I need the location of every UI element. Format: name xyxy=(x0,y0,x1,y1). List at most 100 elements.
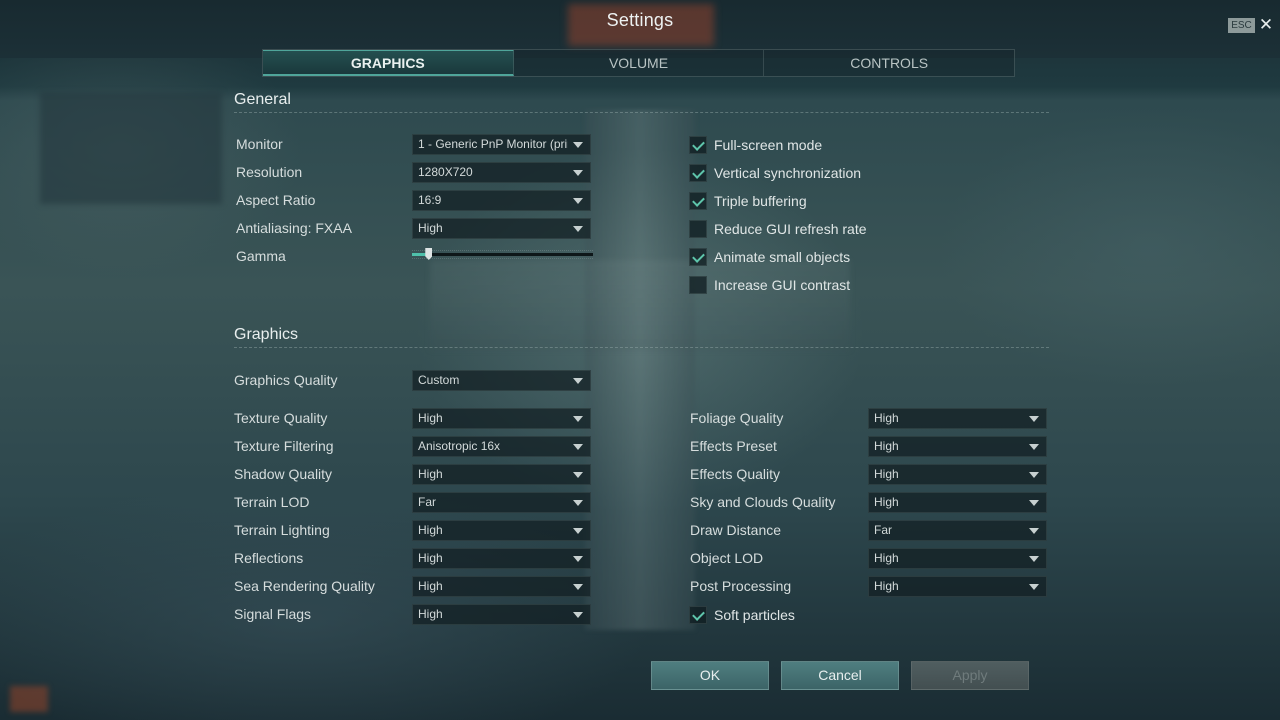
graphics-quality-dropdown[interactable]: Custom xyxy=(412,370,591,391)
monitor-dropdown[interactable]: 1 - Generic PnP Monitor (prim xyxy=(412,134,591,155)
signal-flags-dropdown[interactable]: High xyxy=(412,604,591,625)
chevron-down-icon xyxy=(1029,584,1039,590)
checkbox-fullscreen-mode[interactable]: Full-screen mode xyxy=(689,136,822,154)
setting-label-sky-clouds-quality: Sky and Clouds Quality xyxy=(690,494,836,510)
chevron-down-icon xyxy=(573,528,583,534)
shadow-quality-dropdown[interactable]: High xyxy=(412,464,591,485)
setting-label-post-processing: Post Processing xyxy=(690,578,792,594)
close-icon[interactable]: ✕ xyxy=(1258,14,1274,36)
effects-quality-dropdown[interactable]: High xyxy=(868,464,1047,485)
setting-label-monitor: Monitor xyxy=(236,136,283,152)
gamma-slider[interactable] xyxy=(412,248,593,262)
checkbox-label: Full-screen mode xyxy=(714,137,823,153)
section-title-general: General xyxy=(234,91,291,108)
chevron-down-icon xyxy=(1029,500,1039,506)
chevron-down-icon xyxy=(1029,528,1039,534)
setting-label-effects-quality: Effects Quality xyxy=(690,466,781,482)
tab-graphics[interactable]: GRAPHICS xyxy=(263,50,514,76)
effects-preset-dropdown[interactable]: High xyxy=(868,436,1047,457)
post-processing-dropdown[interactable]: High xyxy=(868,576,1047,597)
checkbox-label: Reduce GUI refresh rate xyxy=(714,221,867,237)
checkbox-animate-small-objects[interactable]: Animate small objects xyxy=(689,248,850,266)
setting-label-terrain-lod: Terrain LOD xyxy=(234,494,310,510)
setting-label-foliage-quality: Foliage Quality xyxy=(690,410,784,426)
dropdown-value: High xyxy=(418,221,443,235)
dropdown-value: High xyxy=(874,551,899,565)
chevron-down-icon xyxy=(573,170,583,176)
setting-label-texture-filtering: Texture Filtering xyxy=(234,438,334,454)
checkbox-reduce-gui-refresh[interactable]: Reduce GUI refresh rate xyxy=(689,220,867,238)
chevron-down-icon xyxy=(573,444,583,450)
checkbox-vertical-sync[interactable]: Vertical synchronization xyxy=(689,164,861,182)
dropdown-value: High xyxy=(418,523,443,537)
terrain-lighting-dropdown[interactable]: High xyxy=(412,520,591,541)
slider-track xyxy=(412,253,593,256)
dropdown-value: High xyxy=(874,439,899,453)
chevron-down-icon xyxy=(573,500,583,506)
dropdown-value: 1 - Generic PnP Monitor (prim xyxy=(418,137,568,151)
background-ship-thumbnail xyxy=(40,92,222,204)
dropdown-value: Far xyxy=(418,495,436,509)
object-lod-dropdown[interactable]: High xyxy=(868,548,1047,569)
checkbox-box[interactable] xyxy=(689,276,707,294)
setting-label-object-lod: Object LOD xyxy=(690,550,764,566)
chevron-down-icon xyxy=(573,472,583,478)
chevron-down-icon xyxy=(573,378,583,384)
checkbox-triple-buffering[interactable]: Triple buffering xyxy=(689,192,807,210)
background-emblem-vertical xyxy=(585,110,695,630)
chevron-down-icon xyxy=(573,556,583,562)
section-divider xyxy=(234,347,1049,348)
dropdown-value: High xyxy=(874,495,899,509)
antialiasing-dropdown[interactable]: High xyxy=(412,218,591,239)
checkbox-box[interactable] xyxy=(689,220,707,238)
chevron-down-icon xyxy=(1029,556,1039,562)
setting-label-resolution: Resolution xyxy=(236,164,303,180)
chevron-down-icon xyxy=(573,142,583,148)
aspect-ratio-dropdown[interactable]: 16:9 xyxy=(412,190,591,211)
dropdown-value: High xyxy=(874,411,899,425)
dropdown-value: High xyxy=(418,579,443,593)
setting-label-texture-quality: Texture Quality xyxy=(234,410,328,426)
chevron-down-icon xyxy=(1029,472,1039,478)
sky-clouds-quality-dropdown[interactable]: High xyxy=(868,492,1047,513)
texture-quality-dropdown[interactable]: High xyxy=(412,408,591,429)
checkbox-box[interactable] xyxy=(689,606,707,624)
checkbox-box[interactable] xyxy=(689,136,707,154)
draw-distance-dropdown[interactable]: Far xyxy=(868,520,1047,541)
setting-label-graphics-quality: Graphics Quality xyxy=(234,372,338,388)
ok-button[interactable]: OK xyxy=(651,661,769,690)
checkbox-increase-gui-contrast[interactable]: Increase GUI contrast xyxy=(689,276,850,294)
checkbox-label: Soft particles xyxy=(714,607,795,623)
tab-volume[interactable]: VOLUME xyxy=(514,50,765,76)
checkbox-label: Animate small objects xyxy=(714,249,851,265)
checkbox-box[interactable] xyxy=(689,164,707,182)
dropdown-value: High xyxy=(418,607,443,621)
resolution-dropdown[interactable]: 1280X720 xyxy=(412,162,591,183)
section-divider xyxy=(234,112,1049,113)
chevron-down-icon xyxy=(573,198,583,204)
checkbox-label: Increase GUI contrast xyxy=(714,277,851,293)
esc-key-hint: ESC xyxy=(1228,18,1255,33)
chevron-down-icon xyxy=(1029,416,1039,422)
foliage-quality-dropdown[interactable]: High xyxy=(868,408,1047,429)
tab-controls[interactable]: CONTROLS xyxy=(764,50,1014,76)
setting-label-gamma: Gamma xyxy=(236,248,286,264)
sea-rendering-dropdown[interactable]: High xyxy=(412,576,591,597)
dropdown-value: High xyxy=(418,411,443,425)
apply-button[interactable]: Apply xyxy=(911,661,1029,690)
chevron-down-icon xyxy=(573,584,583,590)
dropdown-value: 1280X720 xyxy=(418,165,473,179)
texture-filtering-dropdown[interactable]: Anisotropic 16x xyxy=(412,436,591,457)
setting-label-shadow-quality: Shadow Quality xyxy=(234,466,333,482)
setting-label-draw-distance: Draw Distance xyxy=(690,522,782,538)
dropdown-value: High xyxy=(874,467,899,481)
setting-label-terrain-lighting: Terrain Lighting xyxy=(234,522,330,538)
reflections-dropdown[interactable]: High xyxy=(412,548,591,569)
cancel-button[interactable]: Cancel xyxy=(781,661,899,690)
checkbox-box[interactable] xyxy=(689,192,707,210)
checkbox-soft-particles[interactable]: Soft particles xyxy=(689,606,795,624)
chevron-down-icon xyxy=(573,226,583,232)
window-title: Settings xyxy=(606,10,674,30)
terrain-lod-dropdown[interactable]: Far xyxy=(412,492,591,513)
checkbox-box[interactable] xyxy=(689,248,707,266)
